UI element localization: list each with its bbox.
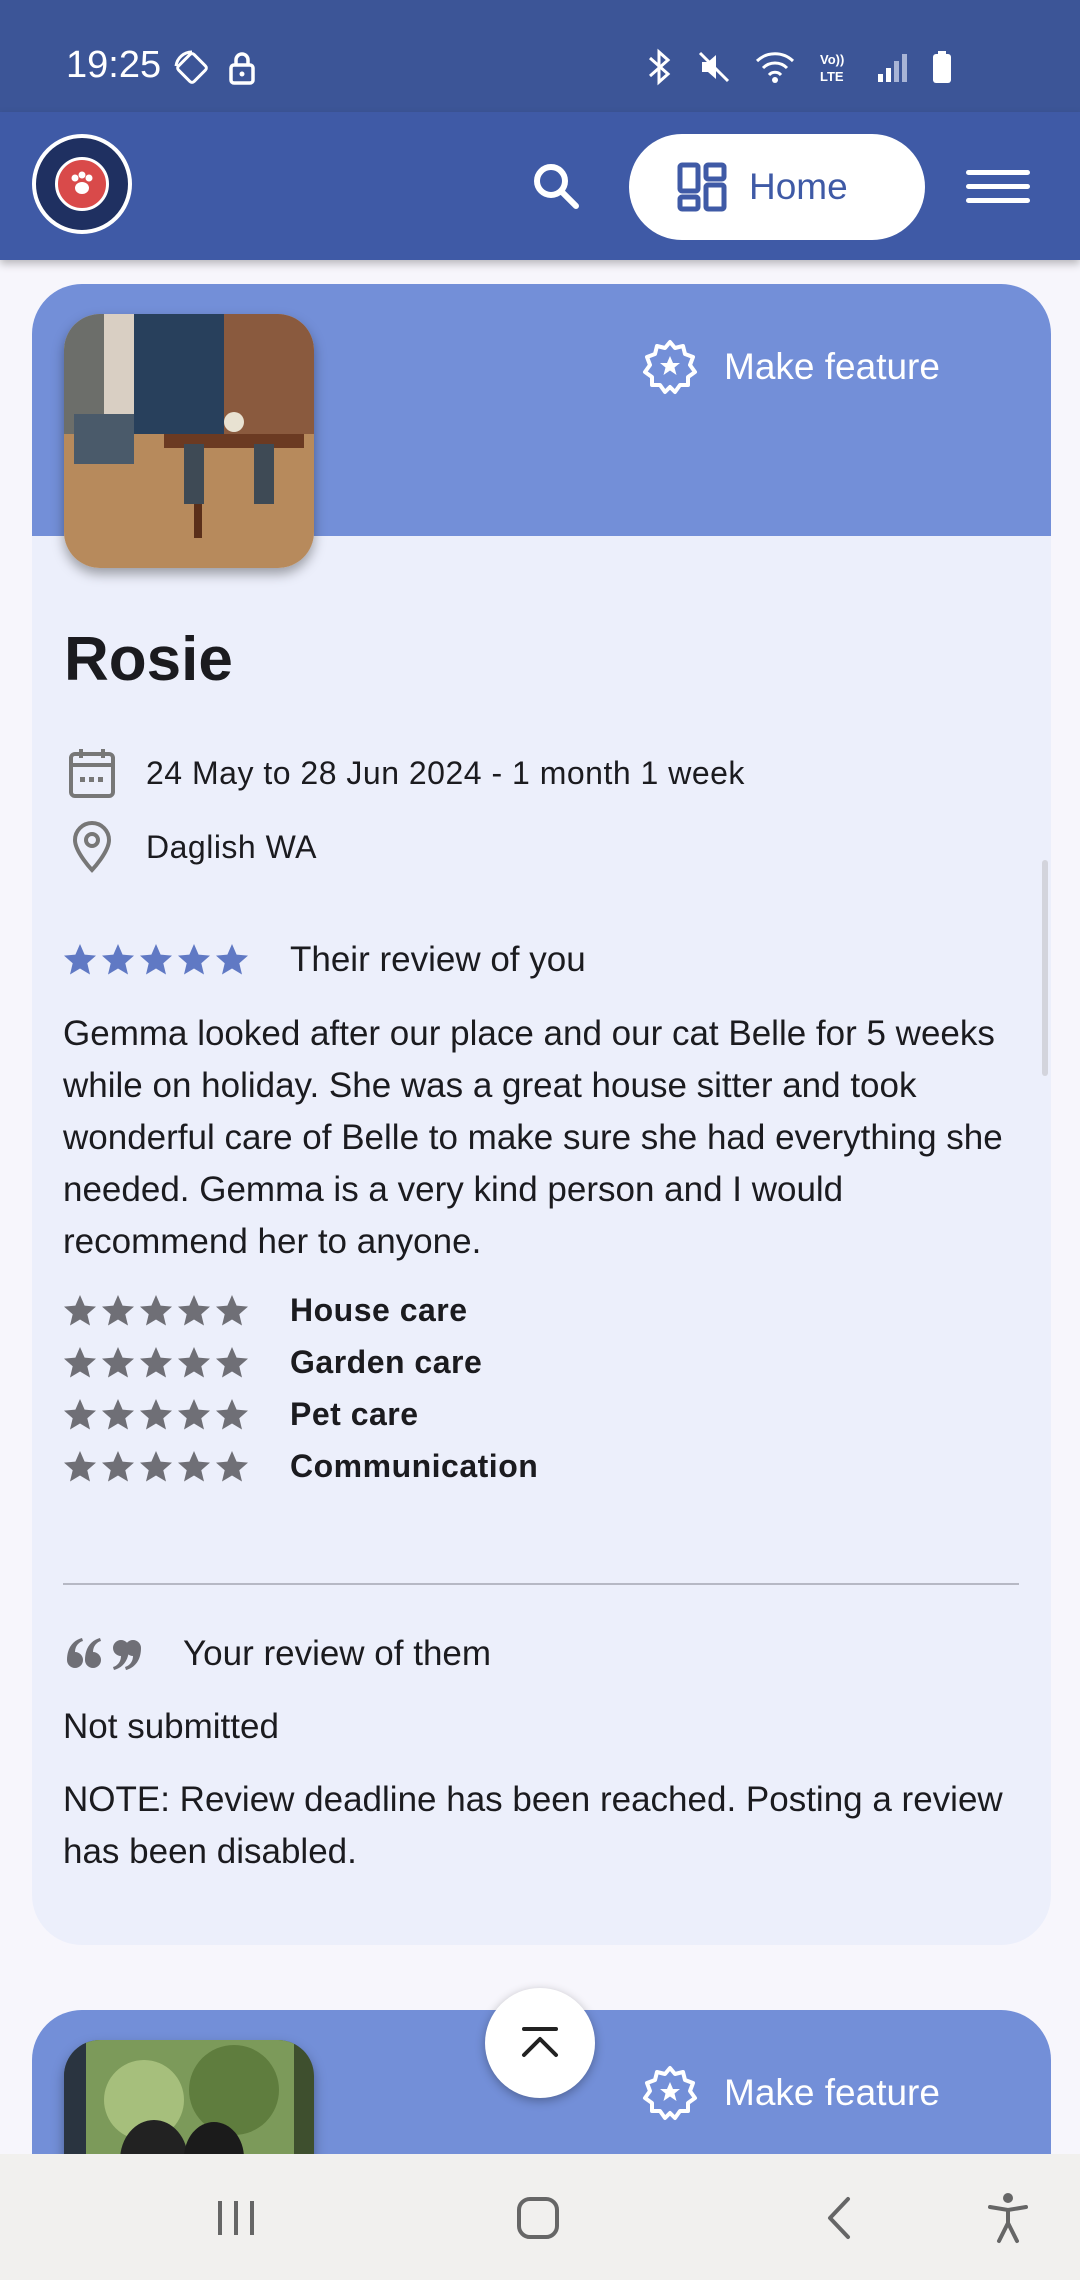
battery-icon bbox=[933, 51, 951, 83]
hamburger-menu-button[interactable] bbox=[966, 156, 1030, 216]
mute-icon bbox=[698, 51, 730, 83]
rating-stars bbox=[62, 1345, 250, 1381]
accessibility-icon bbox=[988, 2193, 1028, 2243]
svg-text:LTE: LTE bbox=[820, 69, 844, 84]
star-icon bbox=[140, 1450, 172, 1481]
system-navigation-bar bbox=[0, 2154, 1080, 2280]
make-feature-button[interactable]: Make feature bbox=[642, 2062, 940, 2124]
star-icon bbox=[64, 1294, 96, 1325]
home-button[interactable]: Home bbox=[629, 134, 925, 240]
star-icon bbox=[140, 944, 172, 975]
your-review-header: Your review of them bbox=[63, 1634, 491, 1674]
location-pin-icon bbox=[64, 820, 120, 874]
volte-icon: Vo)) LTE bbox=[820, 52, 844, 84]
app-header: Home bbox=[0, 112, 1080, 260]
search-button[interactable] bbox=[524, 154, 588, 218]
aussie-house-sitters-logo[interactable] bbox=[32, 134, 132, 234]
star-icon bbox=[102, 1346, 134, 1377]
their-review-text: Gemma looked after our place and our cat… bbox=[63, 1014, 1003, 1261]
star-icon bbox=[178, 1346, 210, 1377]
stay-location: Daglish WA bbox=[146, 828, 317, 865]
their-review-header: Their review of you bbox=[62, 940, 586, 980]
rating-row-garden-care: Garden care bbox=[62, 1344, 482, 1381]
scroll-to-top-button[interactable] bbox=[485, 1988, 595, 2098]
rating-stars bbox=[62, 1293, 250, 1329]
chevron-up-icon bbox=[522, 2027, 558, 2057]
star-icon bbox=[178, 1450, 210, 1481]
star-icon bbox=[102, 1294, 134, 1325]
rating-stars bbox=[62, 1397, 250, 1433]
recent-apps-icon bbox=[218, 2201, 254, 2235]
star-icon bbox=[64, 1346, 96, 1377]
svg-text:Vo)): Vo)) bbox=[820, 52, 844, 67]
your-review-status: Not submitted bbox=[63, 1707, 279, 1746]
home-button-label: Home bbox=[749, 166, 848, 207]
wifi-icon bbox=[755, 52, 795, 83]
status-bar: 19:25 Vo)) LTE bbox=[0, 0, 1080, 112]
star-icon bbox=[64, 1398, 96, 1429]
rating-row-communication: Communication bbox=[62, 1448, 538, 1485]
rating-row-house-care: House care bbox=[62, 1292, 468, 1329]
location-row: Daglish WA bbox=[64, 820, 317, 874]
home-nav-button[interactable] bbox=[508, 2188, 568, 2248]
quote-icon bbox=[67, 1638, 141, 1670]
accessibility-button[interactable] bbox=[978, 2188, 1038, 2248]
star-icon bbox=[216, 1294, 248, 1325]
overall-rating-stars bbox=[62, 942, 250, 978]
back-icon bbox=[828, 2197, 850, 2239]
make-feature-label: Make feature bbox=[724, 2072, 940, 2113]
scrollbar[interactable] bbox=[1042, 860, 1048, 1076]
auto-rotate-icon bbox=[174, 50, 208, 84]
rating-row-pet-care: Pet care bbox=[62, 1396, 419, 1433]
star-icon bbox=[178, 1398, 210, 1429]
make-feature-button[interactable]: Make feature bbox=[642, 336, 940, 398]
bluetooth-icon bbox=[649, 48, 671, 86]
star-icon bbox=[140, 1346, 172, 1377]
feature-star-badge-icon bbox=[643, 340, 697, 394]
review-deadline-note: NOTE: Review deadline has been reached. … bbox=[63, 1780, 1003, 1871]
calendar-icon bbox=[64, 746, 120, 800]
star-icon bbox=[102, 944, 134, 975]
sitter-name: Rosie bbox=[64, 625, 233, 694]
recent-apps-button[interactable] bbox=[206, 2188, 266, 2248]
divider bbox=[63, 1583, 1019, 1585]
paw-icon bbox=[55, 157, 109, 211]
home-nav-icon bbox=[517, 2197, 559, 2239]
signal-icon bbox=[878, 54, 907, 82]
star-icon bbox=[140, 1398, 172, 1429]
star-icon bbox=[64, 1450, 96, 1481]
star-icon bbox=[140, 1294, 172, 1325]
star-icon bbox=[216, 1346, 248, 1377]
listing-photo-image bbox=[64, 314, 314, 568]
dashboard-icon bbox=[677, 162, 727, 212]
rating-stars bbox=[62, 1449, 250, 1485]
star-icon bbox=[178, 944, 210, 975]
rating-label: Pet care bbox=[290, 1396, 419, 1432]
star-icon bbox=[178, 1294, 210, 1325]
make-feature-label: Make feature bbox=[724, 346, 940, 387]
star-icon bbox=[102, 1450, 134, 1481]
star-icon bbox=[216, 1398, 248, 1429]
status-time: 19:25 bbox=[66, 44, 162, 86]
listing-photo[interactable] bbox=[64, 314, 314, 568]
search-icon bbox=[534, 164, 579, 209]
star-icon bbox=[216, 1450, 248, 1481]
rating-label: House care bbox=[290, 1292, 468, 1328]
back-button[interactable] bbox=[810, 2188, 870, 2248]
feature-star-badge-icon bbox=[643, 2066, 697, 2120]
star-icon bbox=[102, 1398, 134, 1429]
rating-label: Communication bbox=[290, 1448, 539, 1484]
their-review-label: Their review of you bbox=[290, 940, 586, 979]
stay-dates: 24 May to 28 Jun 2024 - 1 month 1 week bbox=[146, 754, 745, 791]
your-review-label: Your review of them bbox=[183, 1634, 492, 1673]
rating-label: Garden care bbox=[290, 1344, 483, 1380]
star-icon bbox=[64, 944, 96, 975]
star-icon bbox=[216, 944, 248, 975]
review-card: Make feature Rosie 24 May to 28 Jun 2024… bbox=[32, 284, 1051, 1945]
lock-icon bbox=[229, 52, 255, 85]
dates-row: 24 May to 28 Jun 2024 - 1 month 1 week bbox=[64, 746, 745, 800]
menu-icon bbox=[966, 169, 1030, 175]
